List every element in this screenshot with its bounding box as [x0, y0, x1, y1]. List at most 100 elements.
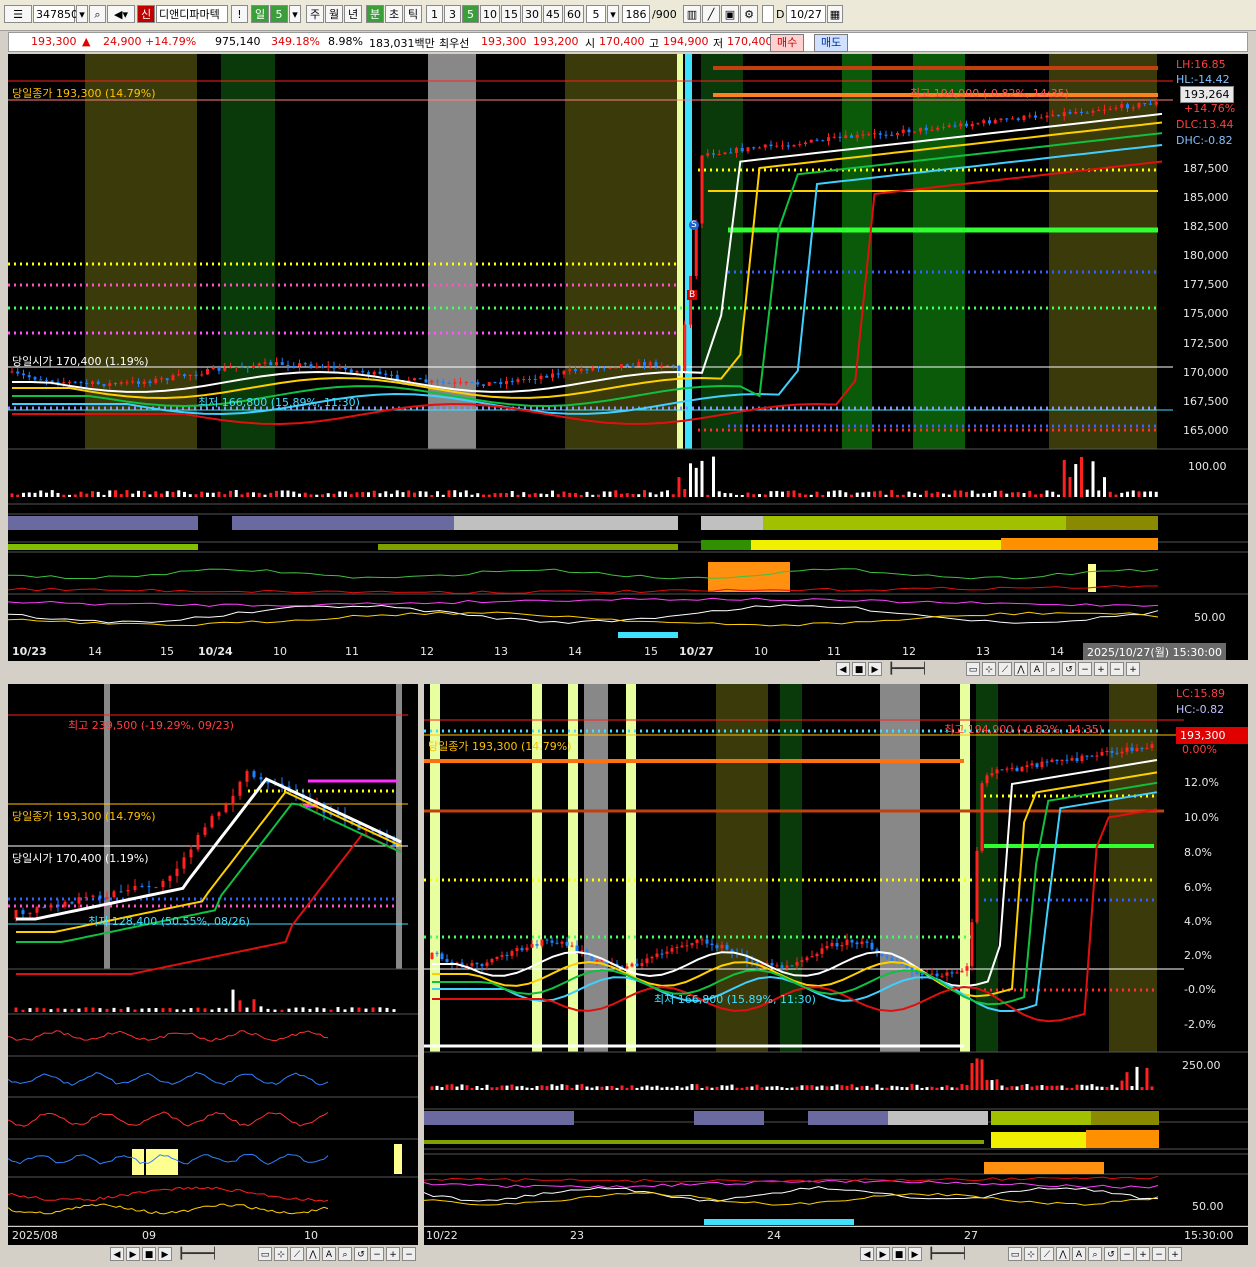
- reset-icon[interactable]: ↺: [1104, 1247, 1118, 1261]
- alert-button[interactable]: !: [231, 5, 248, 23]
- zoom-fit-icon[interactable]: ▭: [966, 662, 980, 676]
- pattern-tool-icon[interactable]: ⋀: [1014, 662, 1028, 676]
- session-band: [913, 54, 965, 449]
- text-tool-icon[interactable]: A: [1072, 1247, 1086, 1261]
- interval-input[interactable]: 5: [586, 5, 606, 23]
- period-month-button[interactable]: 월: [325, 5, 343, 23]
- zoom-fit-icon[interactable]: ▭: [1008, 1247, 1022, 1261]
- interval-dropdown-icon[interactable]: ▾: [607, 5, 619, 23]
- minute-low-label: 최저 166,800 (15.89%, 11:30): [654, 993, 816, 1006]
- stock-code-input[interactable]: 347850: [33, 5, 78, 23]
- indicator-strip: [8, 516, 198, 530]
- scroll-prev-icon[interactable]: ◀: [860, 1247, 874, 1261]
- period-week-button[interactable]: 주: [306, 5, 324, 23]
- zoom-in-icon[interactable]: +: [1126, 662, 1140, 676]
- magnify-icon[interactable]: ⌕: [1088, 1247, 1102, 1261]
- bottom-right-chart-pane[interactable]: 당일종가 193,300 (14.79%) 최저 166,800 (15.89%…: [424, 684, 1248, 1226]
- zoom-slider[interactable]: ┣━━━━┥: [178, 1247, 218, 1260]
- zoom-out-icon[interactable]: −: [1110, 662, 1124, 676]
- text-tool-icon[interactable]: A: [1030, 662, 1044, 676]
- period-minute-button[interactable]: 분: [366, 5, 384, 23]
- period-second-button[interactable]: 초: [385, 5, 403, 23]
- zoom-slider[interactable]: ┣━━━━┥: [888, 662, 928, 675]
- trend-tool-icon[interactable]: ⟋: [998, 662, 1012, 676]
- stop-icon[interactable]: ■: [852, 662, 866, 676]
- minute-30-button[interactable]: 30: [522, 5, 542, 23]
- minute-15-button[interactable]: 15: [501, 5, 521, 23]
- volume-bar: [1070, 1087, 1074, 1090]
- scroll-next-icon[interactable]: ▶: [126, 1247, 140, 1261]
- zoom-in-icon[interactable]: +: [1136, 1247, 1150, 1261]
- bottom-left-chart-pane[interactable]: 최고 239,500 (-19.29%, 09/23) 당일종가 193,300…: [8, 684, 418, 1226]
- zoom-in-icon[interactable]: +: [386, 1247, 400, 1261]
- minute-5-button[interactable]: 5: [462, 5, 479, 23]
- buy-button[interactable]: 매수: [770, 34, 805, 52]
- reset-icon[interactable]: ↺: [1062, 662, 1076, 676]
- zoom-out-icon[interactable]: −: [370, 1247, 384, 1261]
- stop-icon[interactable]: ■: [142, 1247, 156, 1261]
- text-tool-icon[interactable]: A: [322, 1247, 336, 1261]
- crosshair-icon[interactable]: ⊹: [982, 662, 996, 676]
- candle-body: [884, 134, 888, 136]
- draw-line-icon[interactable]: ╱: [702, 5, 720, 23]
- top-chart-pane[interactable]: 당일종가 193,300 (14.79%) 당일시가 170,400 (1.19…: [8, 54, 1248, 644]
- magnify-icon[interactable]: ⌕: [338, 1247, 352, 1261]
- minute-10-button[interactable]: 10: [480, 5, 500, 23]
- zoom-fit-icon[interactable]: ▭: [258, 1247, 272, 1261]
- date-checkbox[interactable]: [762, 5, 774, 23]
- zoom-in-icon[interactable]: +: [1094, 662, 1108, 676]
- trend-tool-icon[interactable]: ⟋: [1040, 1247, 1054, 1261]
- search-icon[interactable]: ⌕: [89, 5, 106, 23]
- sell-button[interactable]: 매도: [814, 34, 849, 52]
- candle-body: [591, 367, 595, 371]
- settings-gear-icon[interactable]: ⚙: [740, 5, 758, 23]
- candle-body: [1097, 110, 1101, 112]
- zoom-slider[interactable]: ┣━━━━┥: [928, 1247, 968, 1260]
- zoom-out-icon[interactable]: −: [1152, 1247, 1166, 1261]
- date-input[interactable]: 10/27: [786, 5, 826, 23]
- bar-count-input[interactable]: 186: [622, 5, 650, 23]
- reset-icon[interactable]: ↺: [354, 1247, 368, 1261]
- x-tick: 24: [767, 1229, 781, 1242]
- candle-body: [970, 123, 974, 127]
- scroll-next-icon[interactable]: ▶: [158, 1247, 172, 1261]
- volume-bar: [102, 494, 106, 497]
- stop-icon[interactable]: ■: [892, 1247, 906, 1261]
- pattern-tool-icon[interactable]: ⋀: [1056, 1247, 1070, 1261]
- zoom-out-icon[interactable]: −: [402, 1247, 416, 1261]
- day-count-input[interactable]: 5: [270, 5, 288, 23]
- minute-45-button[interactable]: 45: [543, 5, 563, 23]
- calendar-icon[interactable]: ▦: [827, 5, 843, 23]
- minute-1-button[interactable]: 1: [426, 5, 443, 23]
- day-count-dropdown-icon[interactable]: ▾: [289, 5, 301, 23]
- candle-body: [91, 381, 94, 384]
- scroll-next-icon[interactable]: ▶: [868, 662, 882, 676]
- magnify-icon[interactable]: ⌕: [1046, 662, 1060, 676]
- scroll-prev-icon[interactable]: ◀: [110, 1247, 124, 1261]
- code-dropdown-icon[interactable]: ▾: [76, 5, 88, 23]
- scroll-next-icon[interactable]: ▶: [876, 1247, 890, 1261]
- minute-60-button[interactable]: 60: [564, 5, 584, 23]
- pattern-tool-icon[interactable]: ⋀: [306, 1247, 320, 1261]
- period-year-button[interactable]: 년: [344, 5, 362, 23]
- crosshair-icon[interactable]: ⊹: [274, 1247, 288, 1261]
- candle-body: [809, 139, 813, 143]
- scroll-prev-icon[interactable]: ◀: [836, 662, 850, 676]
- period-tick-button[interactable]: 틱: [404, 5, 422, 23]
- code-history-icon[interactable]: ◀▾: [107, 5, 135, 23]
- chart-type-icon[interactable]: ▥: [683, 5, 701, 23]
- candle-body: [470, 963, 474, 966]
- scroll-next-icon[interactable]: ▶: [908, 1247, 922, 1261]
- menu-icon[interactable]: ☰: [4, 5, 32, 23]
- volume-bar: [171, 491, 175, 497]
- zoom-in-icon[interactable]: +: [1168, 1247, 1182, 1261]
- candle-body: [177, 374, 181, 376]
- zoom-out-icon[interactable]: −: [1078, 662, 1092, 676]
- crosshair-icon[interactable]: ⊹: [1024, 1247, 1038, 1261]
- minute-3-button[interactable]: 3: [444, 5, 461, 23]
- save-icon[interactable]: ▣: [721, 5, 739, 23]
- period-day-button[interactable]: 일: [251, 5, 269, 23]
- candle-body: [70, 901, 74, 904]
- trend-tool-icon[interactable]: ⟋: [290, 1247, 304, 1261]
- zoom-out-icon[interactable]: −: [1120, 1247, 1134, 1261]
